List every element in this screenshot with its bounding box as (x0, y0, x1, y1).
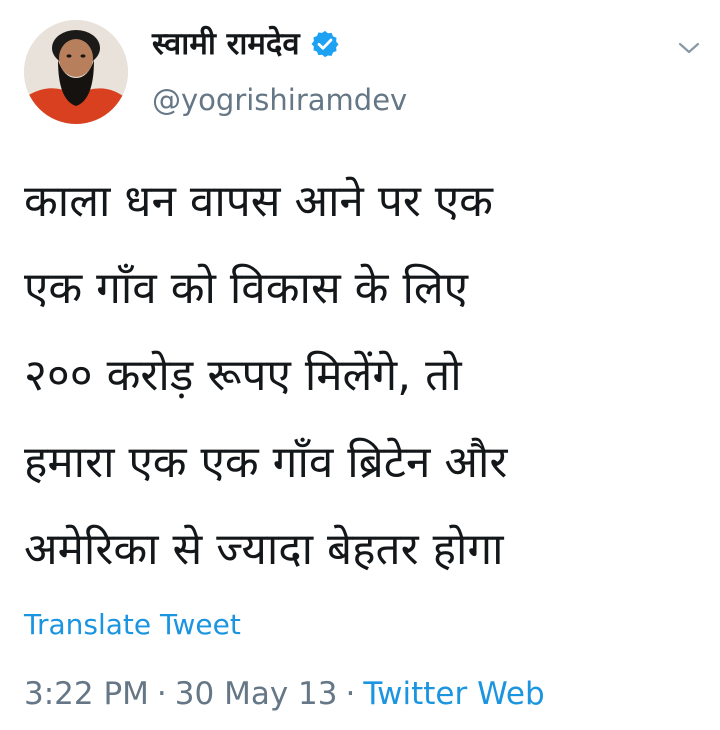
meta-separator: · (156, 676, 167, 712)
tweet-source-link[interactable]: Twitter Web (363, 676, 544, 712)
tweet-text-line: २०० करोड़ रूपए मिलेंगे, तो (24, 350, 462, 401)
avatar[interactable] (24, 20, 128, 124)
meta-separator: · (345, 676, 356, 712)
verified-badge-icon (310, 29, 340, 59)
display-name[interactable]: स्वामी रामदेव (152, 24, 300, 64)
tweet-text-line: एक गाँव को विकास के लिए (24, 263, 469, 314)
tweet-text-line: हमारा एक एक गाँव ब्रिटेन और (24, 437, 508, 488)
avatar-image (24, 20, 128, 124)
author-name-row[interactable]: स्वामी रामदेव (152, 24, 340, 64)
tweet-text-line: काला धन वापस आने पर एक (24, 176, 493, 227)
user-handle[interactable]: @yogrishiramdev (152, 82, 407, 118)
tweet-text-line: अमेरिका से ज्यादा बेहतर होगा (24, 524, 504, 575)
tweet-text: काला धन वापस आने पर एक एक गाँव को विकास … (24, 158, 704, 593)
tweet-time[interactable]: 3:22 PM (24, 676, 149, 712)
chevron-down-icon[interactable] (676, 38, 702, 58)
tweet-date[interactable]: 30 May 13 (175, 676, 338, 712)
tweet-card: स्वामी रामदेव @yogrishiramdev काला धन वा… (0, 0, 720, 730)
tweet-metadata: 3:22 PM · 30 May 13 · Twitter Web (24, 672, 545, 716)
translate-tweet-link[interactable]: Translate Tweet (24, 606, 241, 644)
